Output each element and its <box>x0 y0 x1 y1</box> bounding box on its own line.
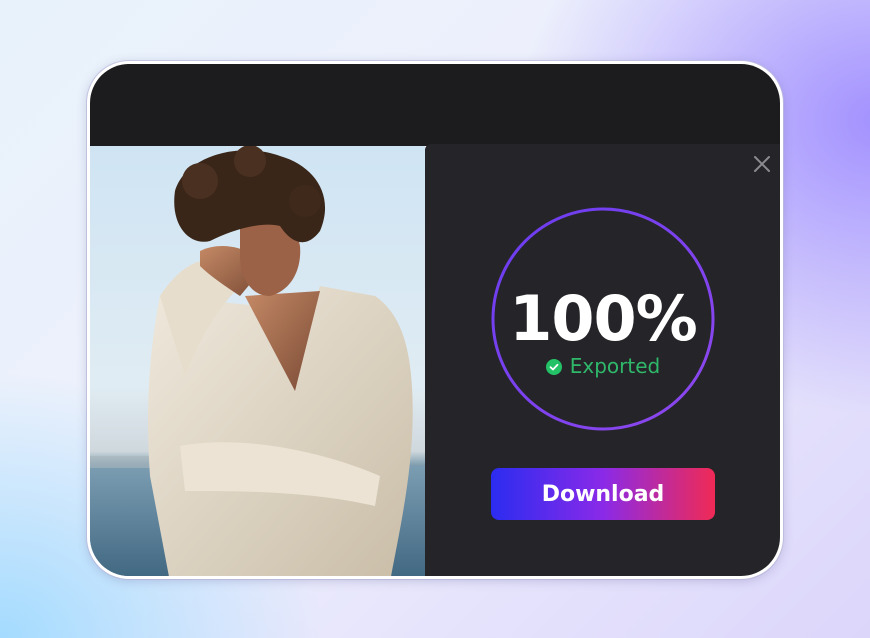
check-circle-icon <box>545 359 562 375</box>
export-panel: 100% Exported Download <box>425 144 780 576</box>
export-window: 100% Exported Download <box>87 61 783 579</box>
export-status: Exported <box>490 354 716 378</box>
progress-ring: 100% Exported <box>490 206 716 432</box>
preview-photo <box>90 146 425 576</box>
title-bar <box>90 64 780 146</box>
progress-percent: 100% <box>509 282 698 355</box>
close-button[interactable] <box>750 152 774 176</box>
close-icon[interactable] <box>750 152 774 176</box>
download-button[interactable]: Download <box>491 468 715 520</box>
export-status-label: Exported <box>569 354 661 378</box>
preview-image <box>90 146 425 576</box>
